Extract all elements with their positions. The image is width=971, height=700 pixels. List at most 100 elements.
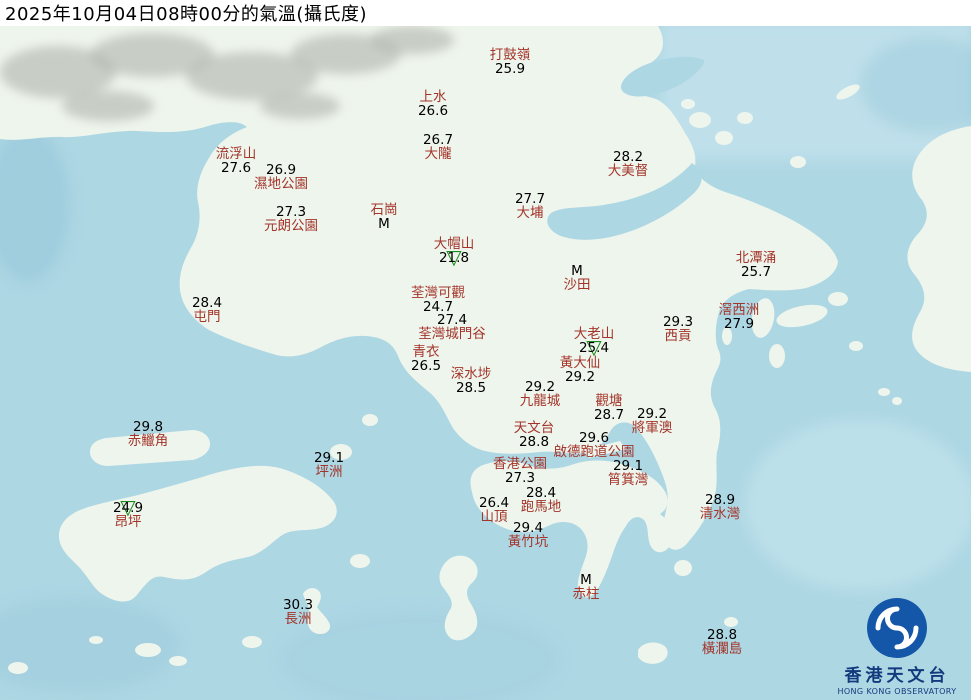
temperature-value: 26.7 — [423, 132, 453, 148]
station-temperature: 28.8 — [514, 435, 555, 449]
weather-station: 28.4跑馬地 — [521, 486, 562, 514]
temperature-map-screen: 2025年10月04日08時00分的氣溫(攝氏度) 打鼓嶺25.9上水26.6流… — [0, 0, 971, 700]
temperature-value: 25.7 — [741, 264, 771, 280]
temperature-value: 26.4 — [479, 495, 509, 511]
temperature-value: 28.8 — [707, 627, 737, 643]
weather-station: 29.6啟德跑道公園 — [554, 431, 635, 459]
station-name: 天文台 — [514, 421, 555, 435]
temperature-value: 26.5 — [411, 358, 441, 374]
station-name: 元朗公園 — [264, 219, 318, 233]
station-name: 濕地公園 — [254, 177, 308, 191]
hko-logo-text-chinese: 香港天文台 — [831, 661, 963, 686]
station-temperature: 27.4 — [418, 313, 486, 327]
weather-station: 上水26.6 — [418, 90, 448, 118]
station-name: 赤鱲角 — [128, 434, 169, 448]
station-name: 打鼓嶺 — [490, 48, 531, 62]
temperature-value: 29.1 — [613, 458, 643, 474]
station-temperature: 26.4 — [479, 496, 509, 510]
temperature-value: 28.8 — [519, 434, 549, 450]
weather-station: 29.1筲箕灣 — [608, 459, 649, 487]
temperature-value: 29.4 — [513, 520, 543, 536]
weather-station: 26.7大隴 — [423, 133, 453, 161]
station-name: 流浮山 — [216, 147, 257, 161]
weather-station: 天文台28.8 — [514, 421, 555, 449]
station-name: 觀塘 — [594, 394, 624, 408]
station-name: 赤柱 — [573, 587, 600, 601]
station-name: 荃灣城門谷 — [418, 327, 486, 341]
weather-station: 黃大仙29.2 — [560, 356, 601, 384]
weather-station: 大老山▽25.4 — [574, 327, 615, 355]
weather-station: 深水埗28.5 — [451, 367, 492, 395]
weather-station: 流浮山27.6 — [216, 147, 257, 175]
weather-station: 26.9濕地公園 — [254, 163, 308, 191]
weather-station: 荃灣可觀24.7 — [411, 286, 465, 314]
temperature-value: 28.4 — [192, 295, 222, 311]
temperature-value: 27.7 — [515, 191, 545, 207]
weather-station: 29.4黃竹坑 — [508, 521, 549, 549]
station-temperature: 29.1 — [608, 459, 649, 473]
station-temperature: 29.2 — [520, 380, 561, 394]
temperature-value: M — [378, 216, 390, 232]
weather-station: 27.7大埔 — [515, 192, 545, 220]
station-temperature: 27.3 — [264, 205, 318, 219]
weather-station: 打鼓嶺25.9 — [490, 48, 531, 76]
weather-station: 青衣26.5 — [411, 345, 441, 373]
station-name: 清水灣 — [700, 507, 741, 521]
station-temperature: 29.2 — [632, 407, 673, 421]
station-name: 坪洲 — [314, 465, 344, 479]
station-name: 青衣 — [411, 345, 441, 359]
station-temperature: 26.6 — [418, 104, 448, 118]
station-name: 將軍澳 — [632, 421, 673, 435]
weather-station: 大帽山▽21.8 — [434, 237, 475, 265]
station-temperature: 28.5 — [451, 381, 492, 395]
station-temperature: 28.8 — [702, 628, 743, 642]
temperature-value: 24.9 — [113, 500, 143, 516]
temperature-value: 29.1 — [314, 450, 344, 466]
station-name: 西貢 — [663, 329, 693, 343]
station-temperature: 29.4 — [508, 521, 549, 535]
station-temperature: M — [371, 217, 398, 231]
temperature-value: 29.8 — [133, 419, 163, 435]
station-temperature: 25.7 — [736, 265, 777, 279]
temperature-value: 26.6 — [418, 103, 448, 119]
map-title: 2025年10月04日08時00分的氣溫(攝氏度) — [5, 0, 367, 26]
temperature-value: 29.6 — [579, 430, 609, 446]
weather-station: 28.4屯門 — [192, 296, 222, 324]
station-temperature: 26.7 — [423, 133, 453, 147]
station-temperature: 29.8 — [128, 420, 169, 434]
station-temperature: 27.6 — [216, 161, 257, 175]
station-name: 橫瀾島 — [702, 642, 743, 656]
station-temperature: 29.2 — [560, 370, 601, 384]
station-temperature: 28.4 — [192, 296, 222, 310]
temperature-value: 28.9 — [705, 492, 735, 508]
weather-station: 26.4山頂 — [479, 496, 509, 524]
weather-station: 石崗M — [371, 203, 398, 231]
station-name: 黃大仙 — [560, 356, 601, 370]
temperature-value: 28.5 — [456, 380, 486, 396]
station-name: 啟德跑道公園 — [554, 445, 635, 459]
temperature-value: 27.9 — [724, 316, 754, 332]
temperature-value: 29.3 — [663, 314, 693, 330]
weather-station: 香港公園27.3 — [493, 457, 547, 485]
station-temperature: 27.7 — [515, 192, 545, 206]
title-bar: 2025年10月04日08時00分的氣溫(攝氏度) — [0, 0, 971, 26]
temperature-value: 25.4 — [579, 340, 609, 356]
stations-layer: 打鼓嶺25.9上水26.6流浮山27.626.9濕地公園26.7大隴28.2大美… — [0, 0, 971, 700]
station-name: 香港公園 — [493, 457, 547, 471]
weather-station: 30.3長洲 — [283, 598, 313, 626]
temperature-value: M — [571, 263, 583, 279]
station-temperature: 27.3 — [493, 471, 547, 485]
weather-station: 北潭涌25.7 — [736, 251, 777, 279]
temperature-value: 25.9 — [495, 61, 525, 77]
temperature-value: 28.7 — [594, 407, 624, 423]
weather-station: 29.2九龍城 — [520, 380, 561, 408]
temperature-value: 28.2 — [613, 149, 643, 165]
station-name: 北潭涌 — [736, 251, 777, 265]
weather-station: 27.3元朗公園 — [264, 205, 318, 233]
station-name: 沙田 — [564, 278, 591, 292]
weather-station: 28.8橫瀾島 — [702, 628, 743, 656]
station-name: 荃灣可觀 — [411, 286, 465, 300]
temperature-value: 27.4 — [437, 312, 467, 328]
temperature-value: 27.3 — [276, 204, 306, 220]
temperature-value: 29.2 — [637, 406, 667, 422]
